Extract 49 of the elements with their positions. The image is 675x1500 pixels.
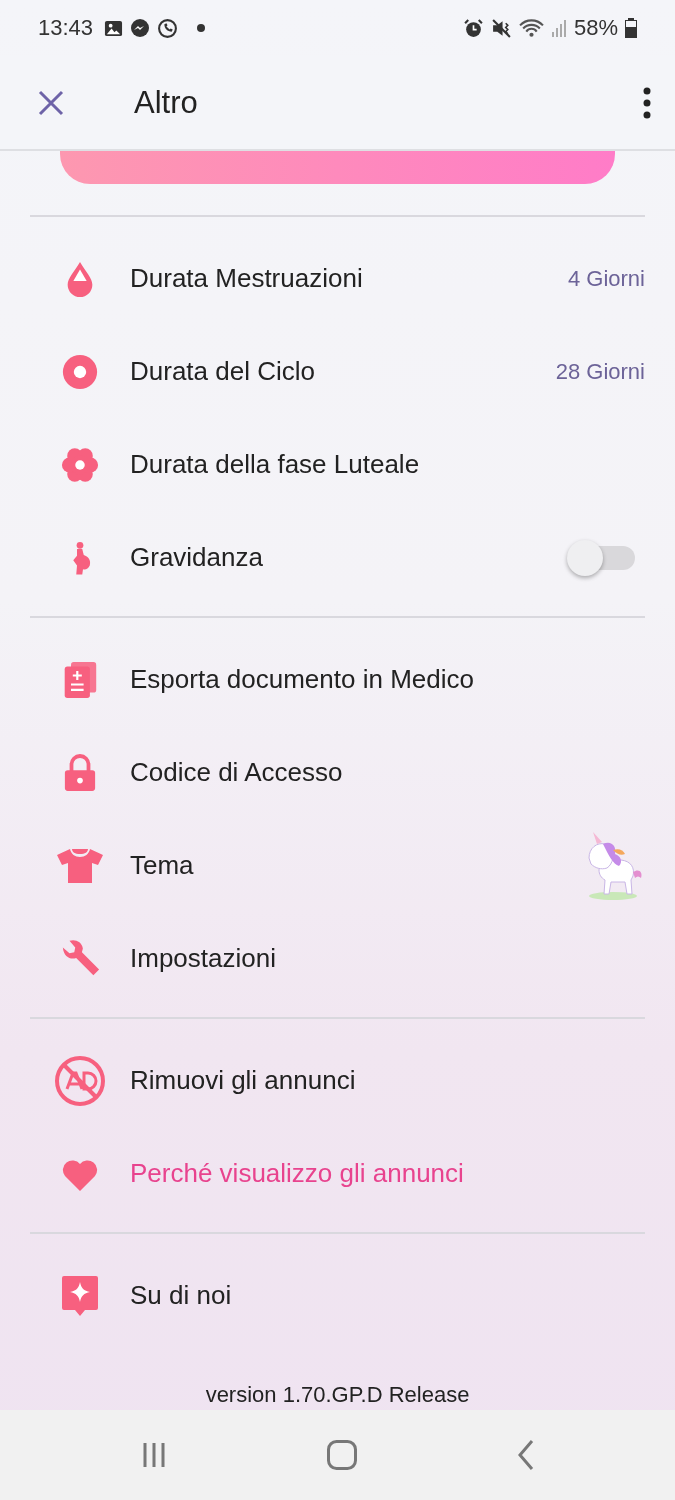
ring-icon (61, 352, 99, 391)
lock-icon (63, 752, 97, 793)
menu-item-label: Codice di Accesso (130, 757, 344, 788)
home-icon (326, 1439, 359, 1471)
menu-item[interactable]: Esporta documento in Medico (0, 633, 675, 726)
menu-item[interactable]: Tema (0, 819, 675, 912)
menu-item-label: Rimuovi gli annunci (130, 1065, 357, 1096)
t-shirt-icon (56, 847, 104, 884)
chat-bubble-icon (130, 18, 151, 38)
window-title: Altro (134, 84, 198, 121)
menu-item-label: Su di noi (130, 1280, 233, 1311)
menu-item-value: 28 Giorni (555, 358, 645, 385)
menu-item[interactable]: Durata della fase Luteale (0, 418, 675, 511)
menu-item[interactable]: Durata Mestruazioni 4 Giorni (0, 232, 675, 325)
menu-item-label: Tema (130, 850, 195, 881)
menu-item[interactable]: Codice di Accesso (0, 726, 675, 819)
signal-icon (550, 18, 567, 38)
gallery-icon (104, 18, 124, 38)
sparkle-badge-icon (61, 1273, 99, 1318)
menu-item-label: Perché visualizzo gli annunci (130, 1158, 465, 1189)
battery-icon (625, 18, 637, 38)
notification-dot-icon (197, 24, 206, 32)
toggle-switch[interactable] (567, 539, 637, 576)
menu-item-label: Durata della fase Luteale (130, 449, 421, 480)
flower-icon (61, 445, 99, 484)
menu-item[interactable]: Gravidanza (0, 511, 675, 604)
menu-item[interactable]: Impostazioni (0, 912, 675, 1005)
menu-item[interactable]: Durata del Ciclo 28 Giorni (0, 325, 675, 418)
menu-item-label: Gravidanza (130, 542, 264, 573)
alarm-icon (462, 17, 484, 39)
no-ads-icon (54, 1054, 106, 1107)
status-time: 13:43 (38, 15, 94, 41)
close-button[interactable] (38, 89, 64, 116)
menu-item-label: Durata Mestruazioni (130, 263, 364, 294)
more-options-button[interactable] (643, 86, 651, 119)
version-text: version 1.70.GP.D Release (204, 1382, 471, 1408)
close-icon (38, 89, 64, 116)
menu-item-label: Durata del Ciclo (130, 356, 316, 387)
menu-item-label: Impostazioni (130, 943, 277, 974)
phone-bubble-icon (157, 17, 179, 39)
menu-item[interactable]: Su di noi (0, 1249, 675, 1342)
wifi-icon (518, 17, 544, 39)
documents-icon (62, 659, 98, 700)
menu-item-value: 4 Giorni (567, 265, 645, 292)
more-icon (643, 86, 651, 119)
mute-icon (490, 17, 512, 39)
menu-item-label: Esporta documento in Medico (130, 664, 475, 695)
battery-percent: 58% (573, 15, 618, 41)
menu-item[interactable]: Rimuovi gli annunci (0, 1034, 675, 1127)
